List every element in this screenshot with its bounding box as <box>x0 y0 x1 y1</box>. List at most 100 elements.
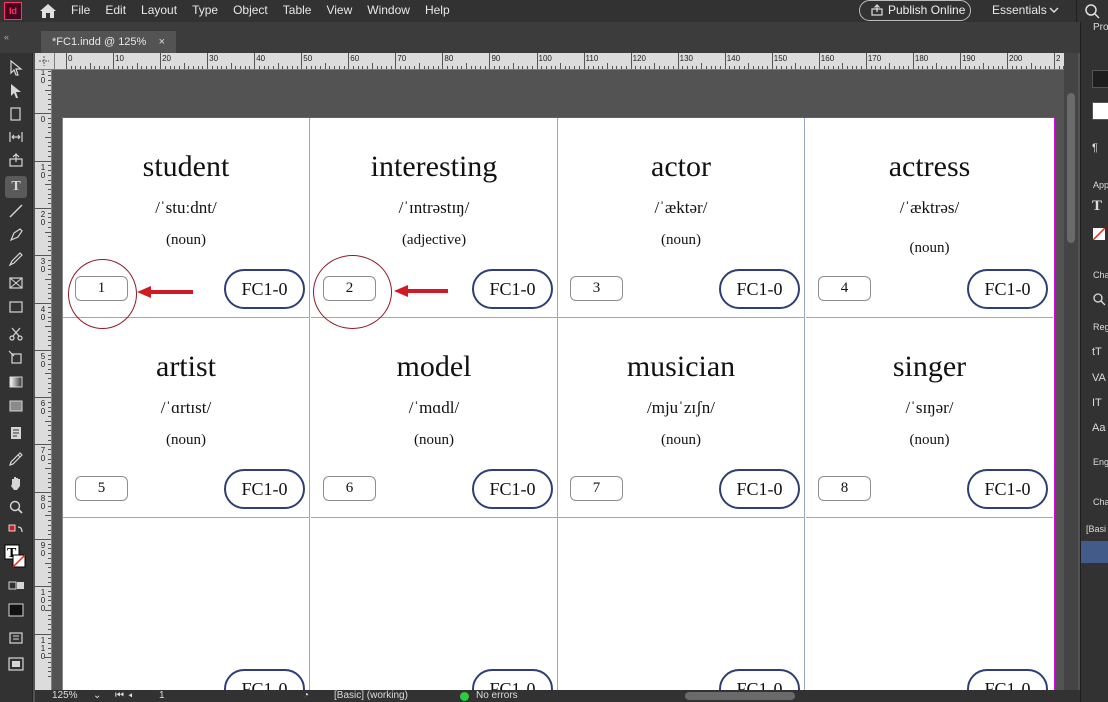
collapse-panel-icon[interactable]: « <box>4 32 9 42</box>
menu-type[interactable]: Type <box>192 3 218 18</box>
line-tool[interactable] <box>5 200 27 222</box>
direct-selection-tool[interactable] <box>5 80 27 102</box>
preflight-icon[interactable]: ◔ <box>303 690 309 702</box>
rectangle-frame-tool[interactable] <box>5 272 27 294</box>
character-styles-label[interactable]: Cha <box>1093 497 1108 507</box>
properties-panel-title[interactable]: Pro <box>1093 22 1108 33</box>
menu-help[interactable]: Help <box>425 3 450 18</box>
card-code-badge[interactable]: FC1-0 <box>967 669 1048 690</box>
flashcard[interactable]: singer/ˈsɪŋər/ (noun) 8 FC1-0 <box>806 318 1053 518</box>
first-prev-page-icon[interactable]: ⏮◂ <box>115 690 137 702</box>
fill-stroke-swatch[interactable]: T <box>3 543 29 573</box>
pencil-tool[interactable] <box>5 248 27 270</box>
baseline-shift-icon[interactable]: Aa <box>1092 422 1105 434</box>
errors-status[interactable]: No errors <box>476 690 518 702</box>
flashcard[interactable]: FC1-0 <box>558 518 805 690</box>
gradient-swatch-tool[interactable] <box>5 371 27 393</box>
horizontal-scroll-thumb[interactable] <box>685 692 795 700</box>
card-number-box[interactable]: 6 <box>323 476 376 501</box>
card-code-badge[interactable]: FC1-0 <box>967 269 1048 309</box>
menu-table[interactable]: Table <box>283 3 312 18</box>
workspace-switcher[interactable]: Essentials <box>992 3 1047 17</box>
home-icon[interactable] <box>38 2 58 20</box>
language-field[interactable]: Eng <box>1093 457 1108 467</box>
chevron-down-icon[interactable]: ⌄ <box>93 690 101 702</box>
flashcard[interactable]: FC1-0 <box>806 518 1053 690</box>
card-number-box[interactable]: 4 <box>818 276 871 301</box>
card-code-badge[interactable]: FC1-0 <box>719 469 800 509</box>
hand-tool[interactable] <box>5 472 27 494</box>
search-icon[interactable] <box>1092 292 1106 306</box>
properties-field[interactable] <box>1092 70 1108 88</box>
zoom-level[interactable]: 125% <box>52 690 78 702</box>
rectangle-tool[interactable] <box>5 296 27 318</box>
type-tool[interactable]: T <box>5 176 27 198</box>
card-code-badge[interactable]: FC1-0 <box>719 669 800 690</box>
menu-object[interactable]: Object <box>233 3 268 18</box>
card-code-badge[interactable]: FC1-0 <box>224 669 305 690</box>
card-number-box[interactable]: 8 <box>818 476 871 501</box>
flashcard[interactable]: model/ˈmɑdl/ (noun) 6 FC1-0 <box>311 318 558 518</box>
vertical-scrollbar[interactable] <box>1064 53 1078 690</box>
screen-mode-tool[interactable] <box>5 627 27 649</box>
gap-tool[interactable] <box>5 126 27 148</box>
formatting-container-toggle[interactable] <box>5 575 27 597</box>
card-number-box[interactable]: 3 <box>570 276 623 301</box>
kerning-icon[interactable]: VA <box>1092 372 1106 384</box>
paragraph-icon[interactable]: ¶ <box>1092 142 1098 154</box>
content-collector-tool[interactable] <box>5 149 27 171</box>
close-icon[interactable]: × <box>159 31 165 53</box>
menu-file[interactable]: File <box>71 3 90 18</box>
page-number-field[interactable]: 1 <box>159 690 165 702</box>
card-code-badge[interactable]: FC1-0 <box>224 469 305 509</box>
page-tool[interactable] <box>5 103 27 125</box>
chevron-down-icon[interactable] <box>1049 5 1059 15</box>
ruler-origin[interactable] <box>35 53 55 70</box>
scissors-tool[interactable] <box>5 323 27 345</box>
text-fill-icon[interactable]: T <box>1092 198 1102 215</box>
selection-tool[interactable] <box>5 57 27 79</box>
search-icon[interactable] <box>1084 3 1100 19</box>
card-code-badge[interactable]: FC1-0 <box>472 269 553 309</box>
selected-style-row[interactable] <box>1081 541 1108 563</box>
card-number-box[interactable]: 7 <box>570 476 623 501</box>
menu-view[interactable]: View <box>326 3 352 18</box>
publish-online-button[interactable]: Publish Online <box>859 0 971 21</box>
free-transform-tool[interactable] <box>5 347 27 369</box>
basic-style-item[interactable]: [Basi <box>1086 524 1106 534</box>
card-number-box[interactable]: 5 <box>75 476 128 501</box>
document-page[interactable]: student/ˈstuːdnt/(noun) 1 FC1-0 interesting… <box>62 117 1055 690</box>
horizontal-ruler[interactable]: 0 10 20 30 40 50 60 70 80 90 100 110 120 130 140 150 160… <box>55 53 1064 70</box>
flashcard[interactable]: FC1-0 <box>63 518 310 690</box>
zoom-tool[interactable] <box>5 496 27 518</box>
gradient-feather-tool[interactable] <box>5 395 27 417</box>
vertical-scale-icon[interactable]: IT <box>1092 397 1102 409</box>
flashcard[interactable]: artist/ˈɑrtɪst/ (noun) 5 FC1-0 <box>63 318 310 518</box>
no-stroke-icon[interactable] <box>1092 227 1106 241</box>
eyedropper-tool[interactable] <box>5 448 27 470</box>
vertical-ruler[interactable]: 10 0 10 20 30 40 50 60 70 80 90 100 110 <box>35 70 52 690</box>
menu-edit[interactable]: Edit <box>105 3 126 18</box>
card-code-badge[interactable]: FC1-0 <box>472 469 553 509</box>
document-tab[interactable]: *FC1.indd @ 125% × <box>41 31 176 53</box>
vertical-scroll-thumb[interactable] <box>1067 93 1075 243</box>
pasteboard[interactable]: student/ˈstuːdnt/(noun) 1 FC1-0 interesting… <box>53 70 1064 690</box>
card-code-badge[interactable]: FC1-0 <box>224 269 305 309</box>
default-colors-tool[interactable] <box>5 521 27 543</box>
pen-tool[interactable] <box>5 224 27 246</box>
flashcard[interactable]: actor/ˈæktər/ (noun) 3 FC1-0 <box>558 118 805 318</box>
flashcard[interactable]: FC1-0 <box>311 518 558 690</box>
font-preview-box[interactable] <box>1092 102 1108 120</box>
note-tool[interactable] <box>5 422 27 444</box>
font-style-field[interactable]: Reg <box>1093 322 1108 332</box>
card-code-badge[interactable]: FC1-0 <box>719 269 800 309</box>
card-code-badge[interactable]: FC1-0 <box>472 669 553 690</box>
menu-layout[interactable]: Layout <box>141 3 177 18</box>
menu-window[interactable]: Window <box>367 3 410 18</box>
flashcard[interactable]: actress/ˈæktrəs/ (noun) 4 FC1-0 <box>806 118 1053 318</box>
apply-color-tool[interactable] <box>5 599 27 621</box>
font-size-icon[interactable]: tT <box>1092 346 1102 358</box>
flashcard[interactable]: musician/mjuˈzɪʃn/ (noun) 7 FC1-0 <box>558 318 805 518</box>
card-code-badge[interactable]: FC1-0 <box>967 469 1048 509</box>
view-mode-tool[interactable] <box>5 653 27 675</box>
